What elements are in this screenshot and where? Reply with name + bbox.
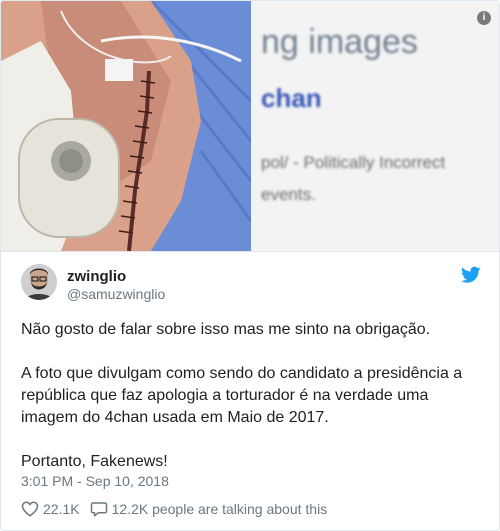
author-handle[interactable]: @samuzwinglio <box>67 286 165 302</box>
photo-illustration <box>1 1 251 251</box>
people-talking-text[interactable]: 12.2K people are talking about this <box>112 501 328 517</box>
like-action[interactable]: 22.1K <box>21 500 80 518</box>
info-icon[interactable]: i <box>477 11 491 25</box>
blurred-heading: ng images <box>261 23 418 61</box>
tweet-author-header: zwinglio @samuzwinglio <box>21 264 481 304</box>
tweet-media[interactable]: ng images chan pol/ - Politically Incorr… <box>1 1 499 252</box>
tweet-photo-screenshot[interactable]: ng images chan pol/ - Politically Incorr… <box>251 1 499 251</box>
tweet-timestamp[interactable]: 3:01 PM - Sep 10, 2018 <box>21 473 169 489</box>
heart-icon[interactable] <box>21 500 39 518</box>
speech-bubble-icon[interactable] <box>90 500 108 518</box>
author-display-name[interactable]: zwinglio <box>67 268 126 285</box>
twitter-bird-icon[interactable] <box>460 266 481 284</box>
tweet-photo-surgery[interactable] <box>1 1 251 251</box>
like-count[interactable]: 22.1K <box>43 501 80 517</box>
embedded-tweet-card: ng images chan pol/ - Politically Incorr… <box>0 0 500 531</box>
tweet-paragraph-2: A foto que divulgam como sendo do candid… <box>21 365 463 426</box>
blurred-description: events. <box>261 185 316 204</box>
tweet-paragraph-1: Não gosto de falar sobre isso mas me sin… <box>21 321 431 338</box>
tweet-text: Não gosto de falar sobre isso mas me sin… <box>21 319 481 473</box>
blurred-site-name: chan <box>261 83 322 113</box>
blurred-board-name: pol/ - Politically Incorrect <box>261 153 446 172</box>
avatar[interactable] <box>21 264 57 300</box>
tweet-paragraph-3: Portanto, Fakenews! <box>21 453 168 470</box>
tweet-actions: 22.1K 12.2K people are talking about thi… <box>21 500 337 518</box>
reply-action[interactable]: 12.2K people are talking about this <box>90 500 328 518</box>
avatar-image <box>21 264 57 300</box>
